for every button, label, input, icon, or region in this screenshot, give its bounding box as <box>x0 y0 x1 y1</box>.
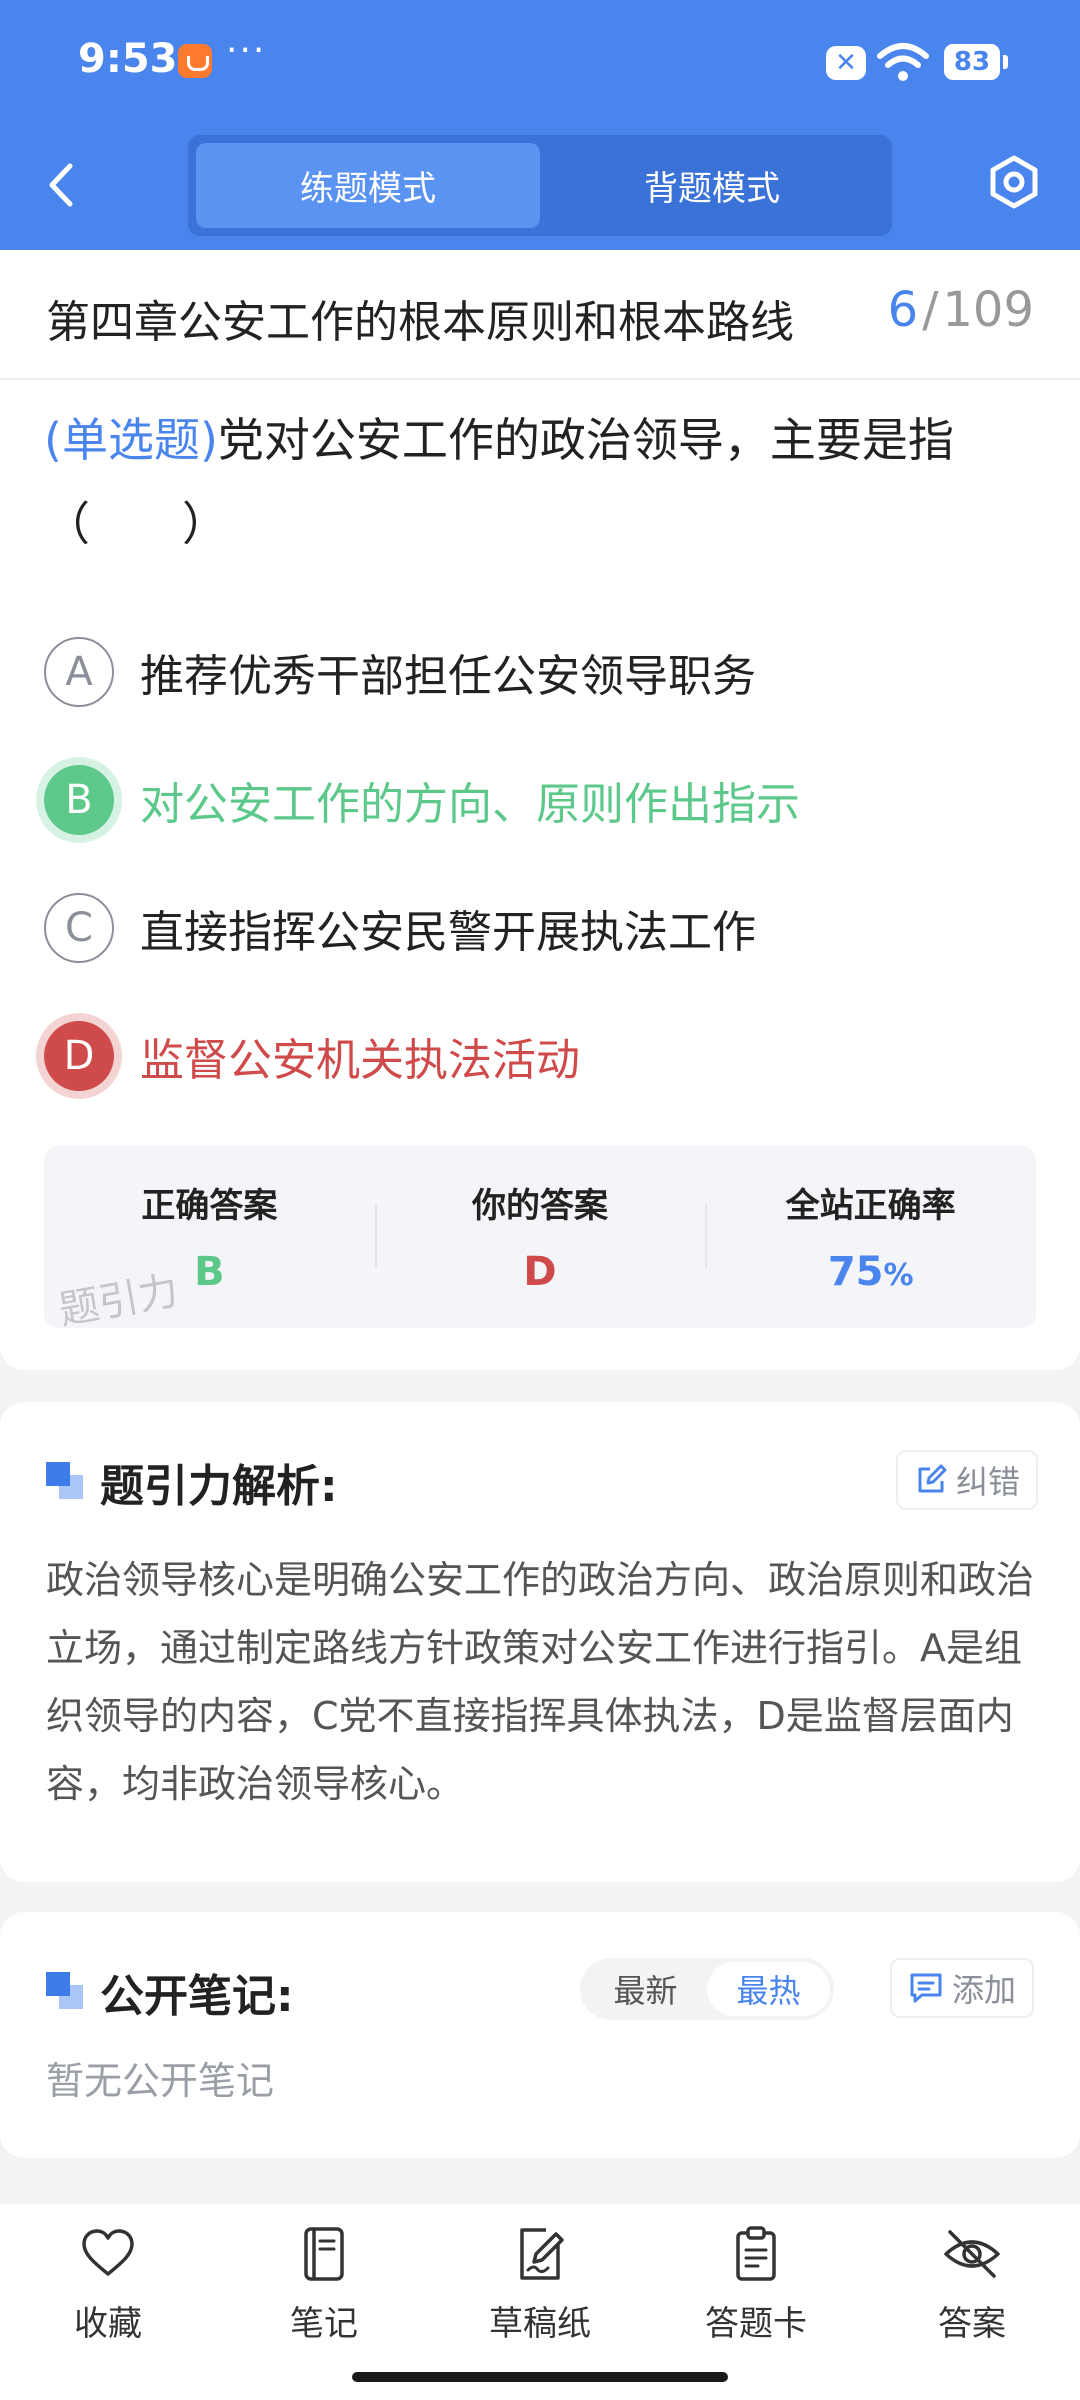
question-section: 第四章公安工作的根本原则和根本路线 6/109 (单选题)党对公安工作的政治领导… <box>0 250 1080 1370</box>
option-a[interactable]: A 推荐优秀干部担任公安领导职务 <box>44 632 1044 712</box>
option-text: 监督公安机关执法活动 <box>140 1035 580 1086</box>
accuracy-unit: % <box>883 1258 914 1293</box>
question-text: (单选题)党对公安工作的政治领导，主要是指（ ） <box>44 398 1044 566</box>
notes-title: 公开笔记: <box>100 1971 294 2022</box>
option-letter: D <box>44 1021 114 1091</box>
total-question-count: 109 <box>942 282 1034 338</box>
public-notes-card: 公开笔记: 最新 最热 添加 暂无公开笔记 <box>0 1912 1080 2158</box>
option-letter: B <box>44 765 114 835</box>
section-icon <box>46 1462 86 1502</box>
analysis-header: 题引力解析: <box>46 1450 338 1514</box>
option-text: 推荐优秀干部担任公安领导职务 <box>140 651 756 702</box>
question-progress[interactable]: 6/109 <box>888 282 1034 338</box>
settings-button[interactable] <box>986 154 1042 210</box>
analysis-text: 政治领导核心是明确公安工作的政治方向、政治原则和政治立场，通过制定路线方针政策对… <box>46 1558 1035 1806</box>
tab-memorize-mode[interactable]: 背题模式 <box>540 143 884 228</box>
analysis-card: 题引力解析: 纠错 政治领导核心是明确公安工作的政治方向、政治原则和政治立场，通… <box>0 1402 1080 1882</box>
accuracy-number: 75 <box>827 1249 884 1295</box>
progress-separator: / <box>922 282 939 338</box>
top-header: 9:53 ··· ✕ 83 练题模式 背题模式 <box>0 0 1080 250</box>
tab-practice-mode[interactable]: 练题模式 <box>196 143 540 228</box>
accuracy-value: 75% <box>828 1249 914 1295</box>
your-answer-label: 你的答案 <box>472 1186 608 1226</box>
mute-icon: ✕ <box>826 46 866 80</box>
eye-off-icon <box>944 2230 1000 2278</box>
wifi-icon <box>877 43 929 81</box>
nav-answer-sheet[interactable]: 答题卡 <box>666 2224 846 2345</box>
status-time: 9:53 <box>78 36 178 82</box>
nav-scratchpad-label: 草稿纸 <box>489 2304 591 2344</box>
empty-notes-text: 暂无公开笔记 <box>46 2059 275 2103</box>
option-text: 对公安工作的方向、原则作出指示 <box>140 779 800 830</box>
edit-icon <box>918 1464 947 1493</box>
chapter-bar: 第四章公安工作的根本原则和根本路线 6/109 <box>0 250 1080 380</box>
option-text: 直接指挥公安民警开展执法工作 <box>140 907 756 958</box>
back-button[interactable] <box>38 150 88 220</box>
option-d[interactable]: D 监督公安机关执法活动 <box>44 1016 1044 1096</box>
scratchpad-icon <box>520 2228 564 2280</box>
current-question-number: 6 <box>887 282 919 338</box>
correct-answer-value: B <box>194 1249 225 1295</box>
comment-icon <box>910 1973 942 2003</box>
nav-notes-label: 笔记 <box>290 2304 358 2344</box>
question-type: (单选题) <box>44 413 218 467</box>
notebook-icon <box>304 2227 344 2281</box>
add-note-label: 添加 <box>952 1971 1017 2009</box>
chapter-title: 第四章公安工作的根本原则和根本路线 <box>46 297 794 348</box>
sort-hottest[interactable]: 最热 <box>707 1962 830 2016</box>
correct-answer-label: 正确答案 <box>141 1186 278 1226</box>
nav-toggle-answer[interactable]: 答案 <box>882 2224 1062 2345</box>
nav-notes[interactable]: 笔记 <box>234 2224 414 2345</box>
report-error-button[interactable]: 纠错 <box>896 1450 1039 1510</box>
accuracy-label: 全站正确率 <box>785 1186 956 1226</box>
home-indicator[interactable] <box>352 2372 728 2382</box>
analysis-title: 题引力解析: <box>100 1461 338 1512</box>
battery-icon: 83 <box>944 44 1008 80</box>
nav-scratchpad[interactable]: 草稿纸 <box>450 2224 630 2345</box>
notes-header: 公开笔记: <box>46 1960 294 2024</box>
answer-stats: 正确答案 B 你的答案 D 全站正确率 75% 题引力 <box>44 1146 1036 1334</box>
accuracy-stat: 全站正确率 75% <box>705 1146 1036 1328</box>
option-b[interactable]: B 对公安工作的方向、原则作出指示 <box>44 760 1044 840</box>
section-icon <box>46 1972 86 2012</box>
add-note-button[interactable]: 添加 <box>890 1958 1035 2018</box>
report-error-label: 纠错 <box>956 1463 1021 1501</box>
mode-switch: 练题模式 背题模式 <box>188 135 892 236</box>
nav-toggle-answer-label: 答案 <box>938 2304 1006 2344</box>
your-answer-value: D <box>523 1249 557 1295</box>
nav-favorite[interactable]: 收藏 <box>18 2224 198 2345</box>
clipboard-icon <box>736 2226 776 2281</box>
heart-icon <box>82 2229 134 2276</box>
nav-favorite-label: 收藏 <box>74 2304 142 2344</box>
app-notification-icon <box>178 44 212 78</box>
option-c[interactable]: C 直接指挥公安民警开展执法工作 <box>44 888 1044 968</box>
bottom-toolbar: 收藏 笔记 草稿纸 答题卡 答案 <box>0 2204 1080 2400</box>
your-answer-stat: 你的答案 D <box>374 1146 706 1328</box>
notes-sort-switch: 最新 最热 <box>580 1958 834 2020</box>
option-letter: C <box>44 893 114 963</box>
nav-answer-sheet-label: 答题卡 <box>705 2304 807 2344</box>
option-letter: A <box>44 637 114 707</box>
sort-newest[interactable]: 最新 <box>584 1962 707 2016</box>
more-notifications-icon: ··· <box>226 30 267 71</box>
